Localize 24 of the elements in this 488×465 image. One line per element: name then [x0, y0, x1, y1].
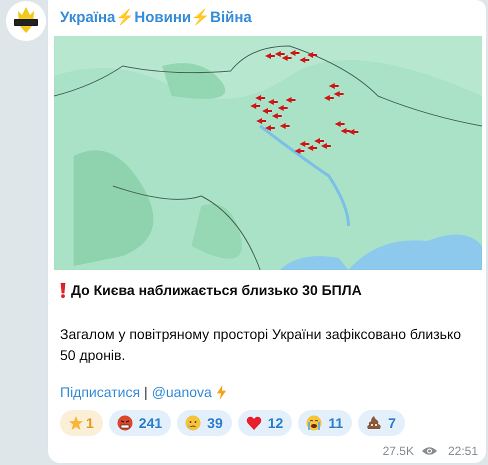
lightning-icon: [216, 384, 227, 400]
reaction-button[interactable]: 241: [108, 410, 172, 436]
reaction-button[interactable]: 1: [60, 410, 103, 436]
sobbing-face-icon: [306, 415, 322, 431]
star-icon: [68, 415, 84, 431]
message-text: Загалом у повітряному просторі України зафіксовано близько 50 дронів.: [60, 325, 462, 365]
reaction-button[interactable]: 11: [298, 410, 352, 436]
channel-link[interactable]: @uanova: [152, 384, 212, 400]
poop-icon: [366, 415, 382, 431]
exclamation-icon: [60, 282, 66, 298]
angry-face-icon: [116, 415, 133, 431]
channel-title[interactable]: Україна⚡Новини⚡Війна: [48, 5, 486, 30]
channel-avatar[interactable]: [6, 1, 46, 41]
heart-icon: [246, 415, 262, 431]
view-count: 27.5K: [382, 444, 414, 458]
reaction-button[interactable]: 39: [177, 410, 232, 436]
channel-link[interactable]: Підписатися: [60, 384, 140, 400]
message-time: 22:51: [448, 444, 478, 458]
reaction-button[interactable]: 12: [238, 410, 292, 436]
reaction-button[interactable]: 7: [358, 410, 405, 436]
headline-text: До Києва наближається близько 30 БПЛА: [71, 282, 362, 298]
crying-face-icon: [185, 415, 202, 431]
eye-icon: [422, 446, 437, 456]
separator-text: |: [144, 384, 148, 400]
